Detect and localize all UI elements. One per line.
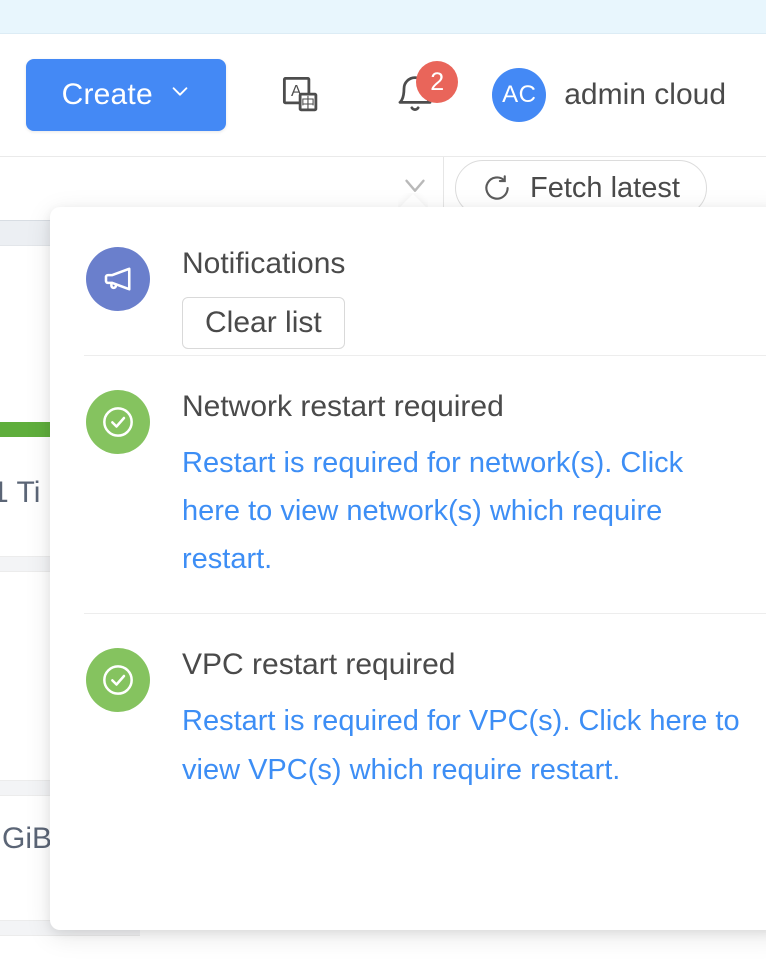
- create-button[interactable]: Create: [26, 59, 227, 131]
- app-root: Create A 中 2 AC admin cloud Fetch latest…: [0, 0, 766, 972]
- chevron-down-icon: [169, 80, 191, 102]
- create-button-label: Create: [61, 78, 153, 111]
- notification-description-link[interactable]: Restart is required for network(s). Clic…: [182, 439, 742, 583]
- notifications-dropdown: Notifications Clear list Network restart…: [50, 207, 766, 930]
- announcement-icon: [86, 247, 150, 311]
- notifications-header: Notifications Clear list: [50, 207, 766, 355]
- user-menu[interactable]: AC admin cloud: [492, 68, 726, 122]
- notification-item-body: Network restart required Restart is requ…: [182, 390, 752, 583]
- notification-title: VPC restart required: [182, 648, 456, 682]
- svg-text:中: 中: [301, 96, 315, 112]
- header-actions: Create A 中 2 AC admin cloud: [26, 34, 726, 156]
- notifications-title: Notifications: [182, 247, 346, 280]
- notification-title: Network restart required: [182, 390, 504, 423]
- translate-icon[interactable]: A 中: [266, 59, 336, 131]
- notification-count-badge: 2: [416, 61, 459, 103]
- notifications-header-body: Notifications Clear list: [182, 247, 345, 349]
- check-circle-icon: [86, 390, 150, 454]
- user-name-label: admin cloud: [564, 78, 726, 111]
- notifications-bell-button[interactable]: 2: [380, 59, 459, 131]
- clear-list-button[interactable]: Clear list: [182, 297, 345, 349]
- check-circle-icon: [86, 648, 150, 713]
- table-cell: 1 Ti: [0, 476, 41, 509]
- notification-item-body: VPC restart required Restart is required…: [182, 648, 752, 793]
- refresh-icon: [482, 173, 512, 203]
- notification-description-link[interactable]: Restart is required for VPC(s). Click he…: [182, 697, 742, 793]
- notification-item[interactable]: Network restart required Restart is requ…: [50, 356, 766, 613]
- notification-item[interactable]: VPC restart required Restart is required…: [50, 614, 766, 823]
- avatar: AC: [492, 68, 547, 122]
- top-banner: [0, 0, 766, 34]
- table-cell: GiB: [2, 822, 53, 855]
- fetch-latest-label: Fetch latest: [530, 171, 680, 204]
- table-cell: GiB: [0, 968, 40, 972]
